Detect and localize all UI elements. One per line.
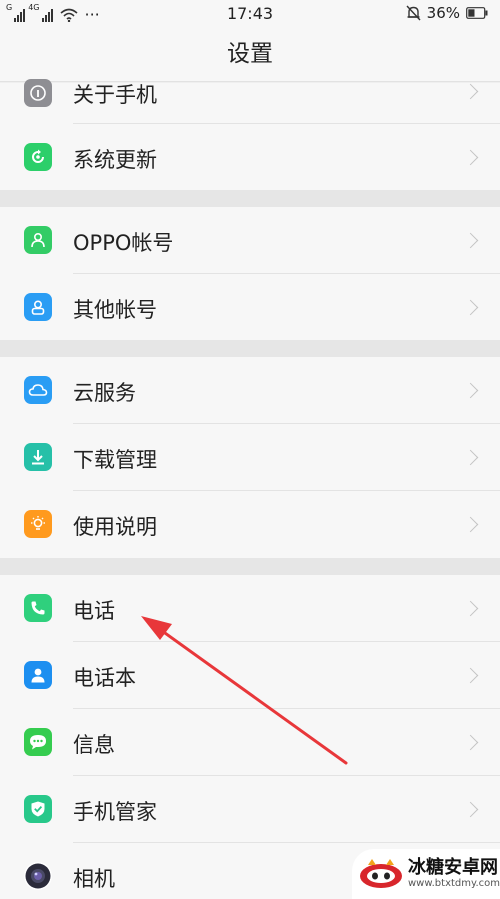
settings-item-phone[interactable]: 电话 (0, 575, 500, 642)
settings-item-phone-manager[interactable]: 手机管家 (0, 776, 500, 843)
settings-item-label: 电话本 (73, 666, 136, 690)
status-right: 36% (406, 4, 488, 22)
settings-item-label: 其他帐号 (73, 298, 157, 322)
settings-item-oppo-account[interactable]: OPPO帐号 (0, 207, 500, 274)
settings-item-label: 电话 (73, 599, 115, 623)
settings-item-download-manager[interactable]: 下载管理 (0, 424, 500, 491)
settings-item-label: 下载管理 (73, 448, 157, 472)
settings-item-label: 手机管家 (73, 800, 157, 824)
mute-bell-icon (406, 5, 421, 21)
chevron-right-icon (462, 734, 479, 751)
watermark-url: www.btxtdmy.com (408, 878, 500, 889)
chevron-right-icon (462, 232, 479, 249)
section-gap (0, 558, 500, 575)
person-icon (24, 226, 52, 254)
camera-icon (24, 862, 52, 890)
settings-item-other-accounts[interactable]: 其他帐号 (0, 274, 500, 340)
battery-percent: 36% (426, 4, 460, 22)
settings-item-label: OPPO帐号 (73, 231, 174, 255)
account-icon (24, 293, 52, 321)
settings-item-system-update[interactable]: 系统更新 (0, 124, 500, 190)
cloud-icon (24, 376, 52, 404)
watermark-logo-icon (358, 856, 404, 892)
page-title: 设置 (0, 28, 500, 82)
section-gap (0, 340, 500, 357)
settings-item-label: 关于手机 (73, 83, 157, 107)
download-icon (24, 443, 52, 471)
chevron-right-icon (462, 801, 479, 818)
status-bar: G 4G ··· 17:43 36% (0, 0, 500, 28)
watermark-title: 冰糖安卓网 (408, 857, 498, 878)
phone-icon (24, 594, 52, 622)
settings-item-label: 相机 (73, 867, 115, 891)
settings-item-messages[interactable]: 信息 (0, 709, 500, 776)
shield-icon (24, 795, 52, 823)
chevron-right-icon (462, 449, 479, 466)
watermark: 冰糖安卓网 www.btxtdmy.com (352, 849, 500, 899)
message-icon (24, 728, 52, 756)
settings-item-label: 使用说明 (73, 515, 157, 539)
chevron-right-icon (462, 83, 479, 100)
settings-item-label: 云服务 (73, 381, 136, 405)
chevron-right-icon (462, 149, 479, 166)
settings-item-about-phone[interactable]: 关于手机 (0, 79, 500, 124)
settings-item-cloud-service[interactable]: 云服务 (0, 357, 500, 424)
battery-icon (466, 7, 488, 19)
settings-item-contacts[interactable]: 电话本 (0, 642, 500, 709)
settings-item-user-guide[interactable]: 使用说明 (0, 491, 500, 558)
lightbulb-icon (24, 510, 52, 538)
settings-item-label: 信息 (73, 733, 115, 757)
chevron-right-icon (462, 667, 479, 684)
contacts-icon (24, 661, 52, 689)
chevron-right-icon (462, 299, 479, 316)
chevron-right-icon (462, 516, 479, 533)
section-gap (0, 190, 500, 207)
chevron-right-icon (462, 600, 479, 617)
chevron-right-icon (462, 382, 479, 399)
settings-item-label: 系统更新 (73, 148, 157, 172)
update-icon (24, 143, 52, 171)
info-icon (24, 79, 52, 107)
